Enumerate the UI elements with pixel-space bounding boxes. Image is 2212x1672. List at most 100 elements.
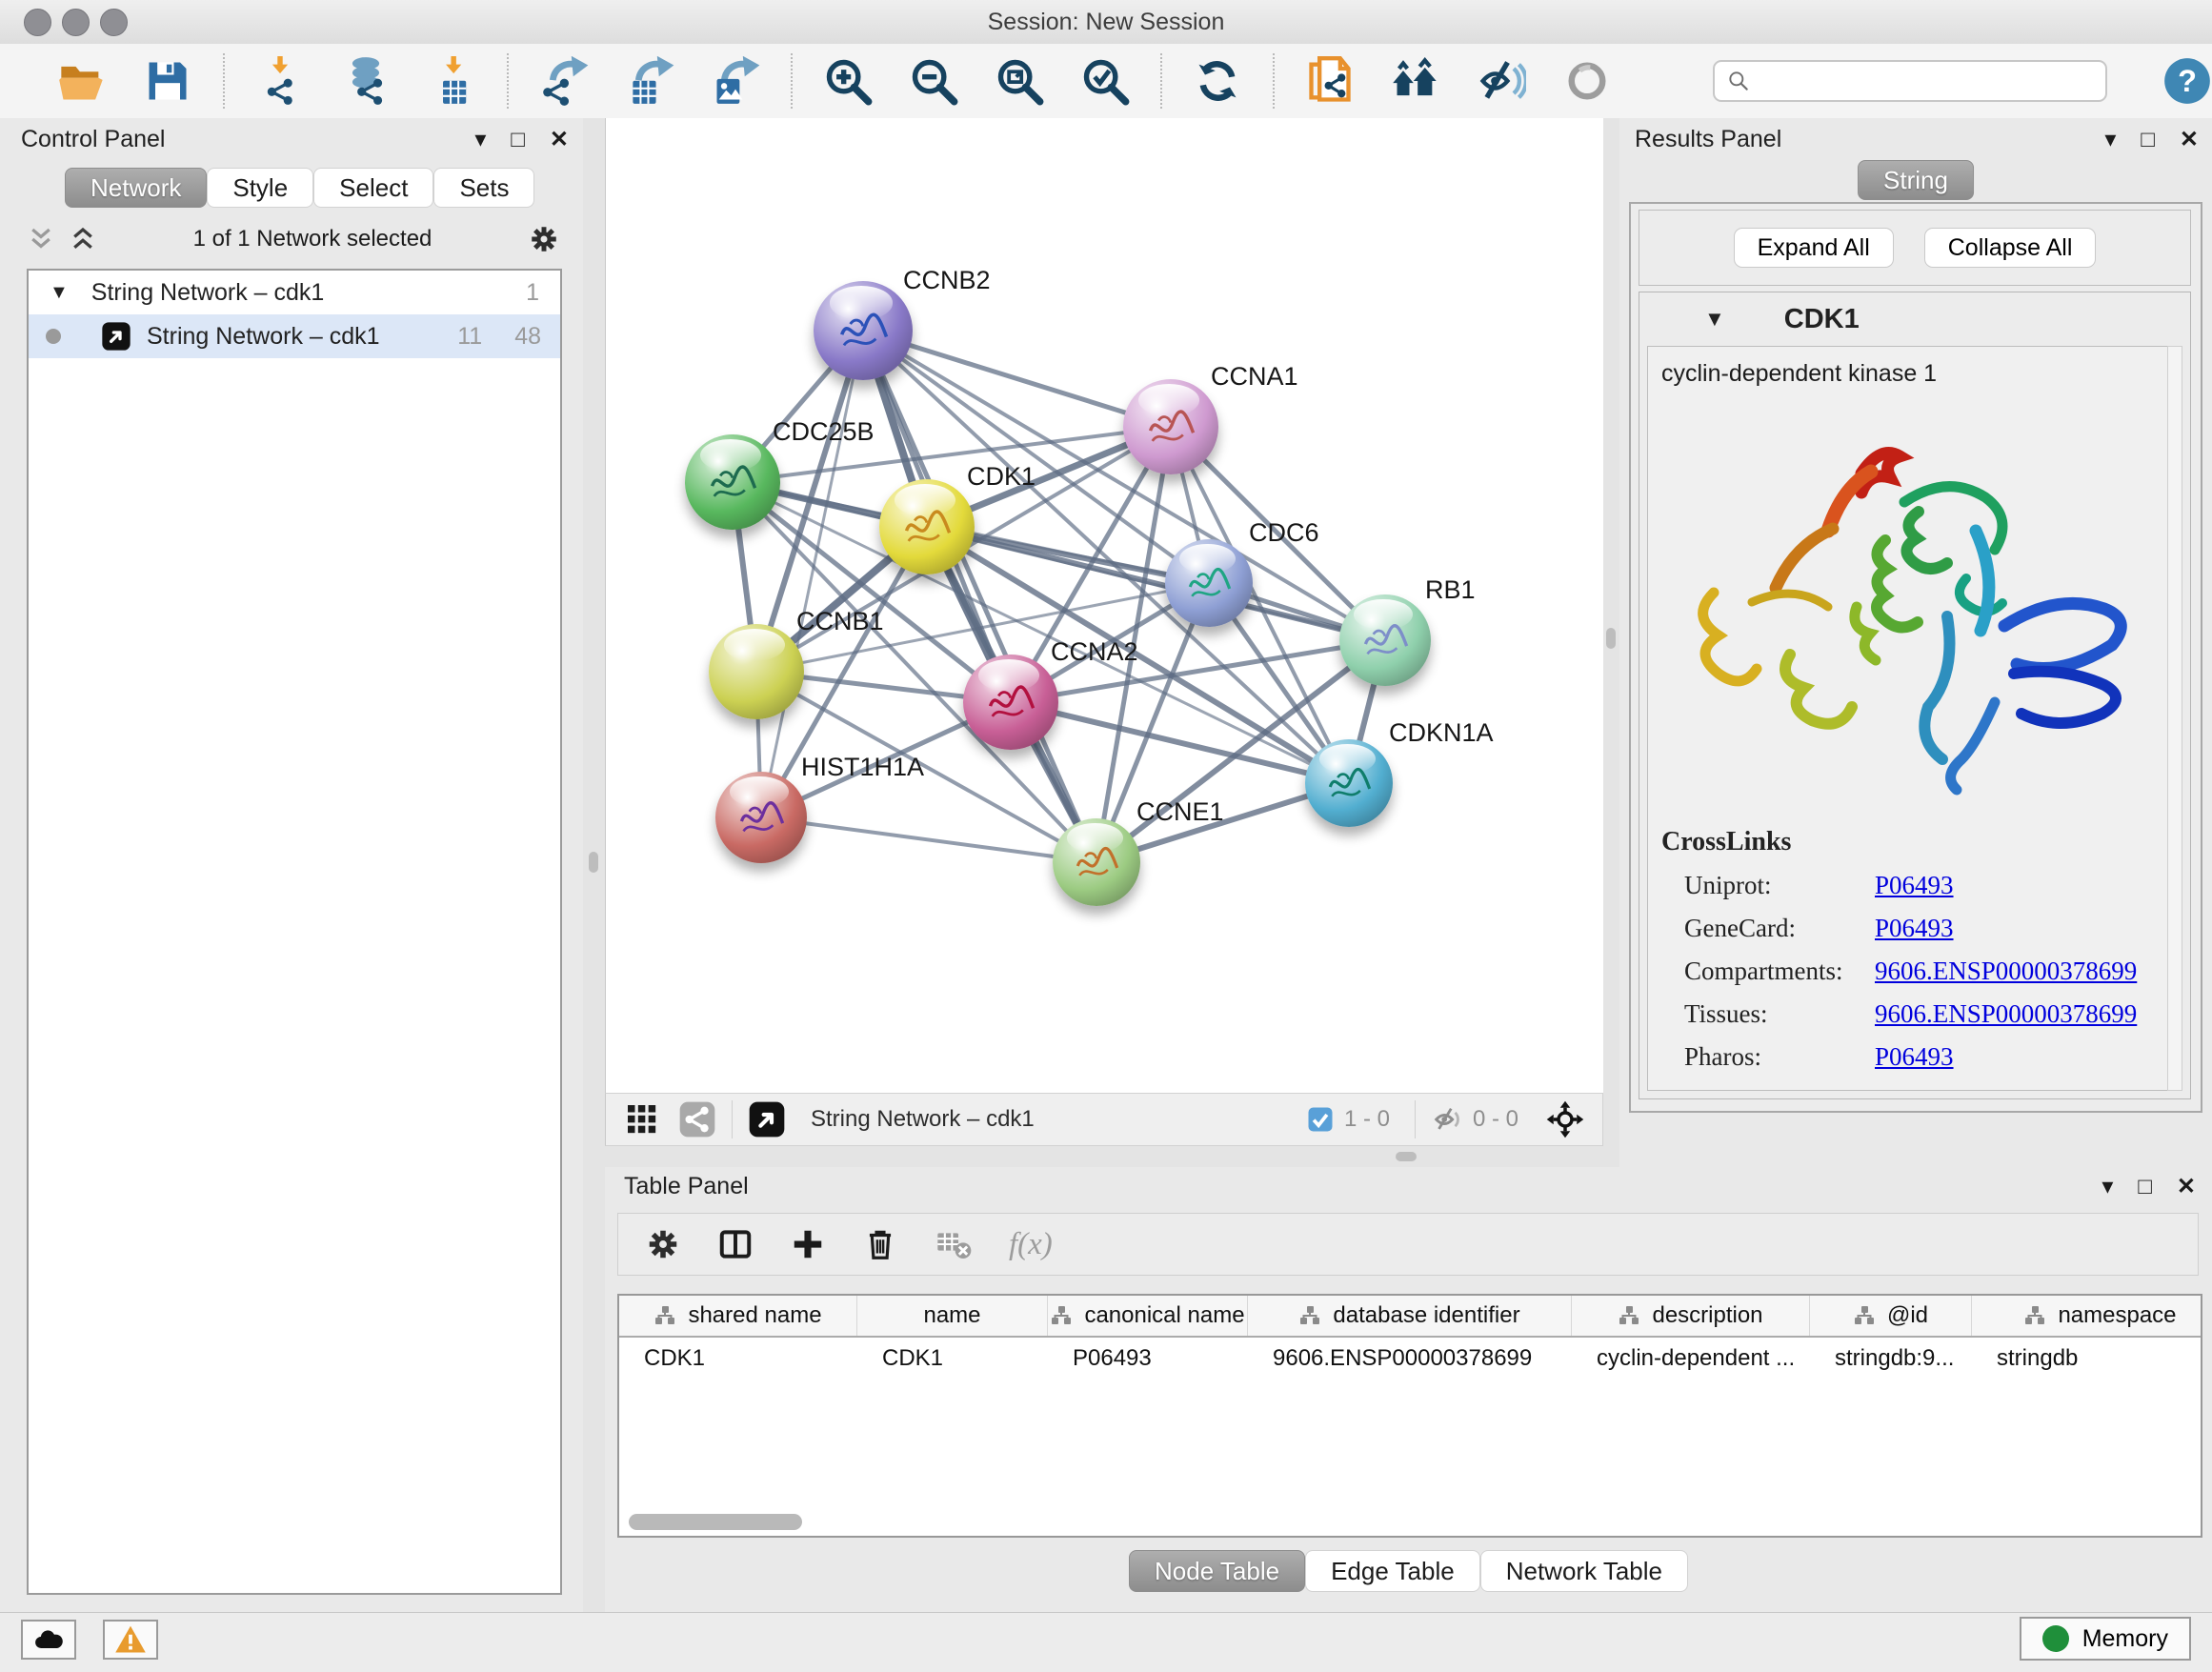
zoom-fit-button[interactable] xyxy=(993,54,1046,108)
left-panel-divider[interactable] xyxy=(583,118,605,1612)
import-table-button[interactable] xyxy=(425,54,478,108)
tab-network-table[interactable]: Network Table xyxy=(1480,1550,1688,1592)
crosslink-uniprot-link[interactable]: P06493 xyxy=(1875,871,1954,900)
window-close-button[interactable] xyxy=(24,9,51,36)
save-session-button[interactable] xyxy=(141,54,194,108)
tab-select[interactable]: Select xyxy=(313,168,433,208)
table-panel-float-icon[interactable]: □ xyxy=(2138,1176,2152,1199)
search-input[interactable] xyxy=(1751,67,2105,95)
export-table-button[interactable] xyxy=(623,54,676,108)
column-header-name[interactable]: name xyxy=(857,1296,1048,1336)
collapse-all-icon[interactable] xyxy=(27,225,55,253)
cloud-button[interactable] xyxy=(21,1620,76,1660)
expand-all-icon[interactable] xyxy=(69,225,97,253)
cell-namespace[interactable]: stringdb xyxy=(1972,1345,2202,1372)
export-image-button[interactable] xyxy=(709,54,762,108)
tab-node-table[interactable]: Node Table xyxy=(1129,1550,1305,1592)
network-node-CCNB2[interactable] xyxy=(814,281,913,380)
cell-canonical-name[interactable]: P06493 xyxy=(1048,1345,1248,1372)
network-node-CCNB1[interactable] xyxy=(709,624,804,719)
delete-column-icon[interactable] xyxy=(862,1226,898,1262)
gene-expander-icon[interactable]: ▼ xyxy=(1704,307,1725,332)
tab-edge-table[interactable]: Edge Table xyxy=(1305,1550,1480,1592)
cell-description[interactable]: cyclin-dependent ... xyxy=(1572,1345,1810,1372)
collapse-all-button[interactable]: Collapse All xyxy=(1924,228,2097,268)
control-panel-menu-icon[interactable]: ▾ xyxy=(474,129,486,151)
hide-selected-button[interactable] xyxy=(1475,54,1528,108)
table-horizontal-scrollbar[interactable] xyxy=(629,1514,802,1530)
open-session-button[interactable] xyxy=(55,54,109,108)
highlight-button[interactable] xyxy=(1560,54,1614,108)
tab-sets[interactable]: Sets xyxy=(433,168,534,208)
network-node-CCNE1[interactable] xyxy=(1053,818,1140,906)
table-row[interactable]: CDK1CDK1P064939606.ENSP00000378699cyclin… xyxy=(619,1338,2201,1380)
memory-button[interactable]: Memory xyxy=(2020,1617,2191,1661)
network-node-RB1[interactable] xyxy=(1339,594,1431,686)
network-node-CCNA1[interactable] xyxy=(1123,379,1218,474)
home-button[interactable] xyxy=(1389,54,1442,108)
results-scrollbar[interactable] xyxy=(2167,346,2182,1091)
control-panel-float-icon[interactable]: □ xyxy=(511,129,525,151)
network-canvas[interactable]: CCNB2CCNA1CDC25BCDK1CDC6RB1CCNB1CCNA2CDK… xyxy=(605,118,1605,1093)
network-options-gear-icon[interactable] xyxy=(528,223,560,255)
selected-nodes-checkbox-icon[interactable] xyxy=(1306,1105,1335,1134)
table-settings-gear-icon[interactable] xyxy=(645,1226,681,1262)
edge-HIST1H1A-CCNE1[interactable] xyxy=(761,817,1096,862)
network-node-HIST1H1A[interactable] xyxy=(715,772,807,863)
search-box[interactable] xyxy=(1713,60,2107,102)
crosslink-pharos-link[interactable]: P06493 xyxy=(1875,1042,1954,1072)
crosslink-compartments-link[interactable]: 9606.ENSP00000378699 xyxy=(1875,957,2137,986)
column-header-database-identifier[interactable]: database identifier xyxy=(1248,1296,1572,1336)
crosslink-genecard-link[interactable]: P06493 xyxy=(1875,914,1954,943)
tree-expander-icon[interactable]: ▼ xyxy=(50,282,69,304)
gene-section-header[interactable]: ▼ CDK1 xyxy=(1639,292,2190,346)
column-header-canonical-name[interactable]: canonical name xyxy=(1048,1296,1248,1336)
string-document-button[interactable] xyxy=(1303,54,1357,108)
import-network-button[interactable] xyxy=(253,54,307,108)
edge-CCNB2-CCNE1[interactable] xyxy=(863,331,1096,862)
window-zoom-button[interactable] xyxy=(100,9,128,36)
network-node-CCNA2[interactable] xyxy=(963,655,1058,750)
network-tree-root-row[interactable]: ▼ String Network – cdk1 1 xyxy=(29,271,560,314)
zoom-selected-button[interactable] xyxy=(1078,54,1132,108)
network-node-CDK1[interactable] xyxy=(879,479,975,574)
control-panel-close-icon[interactable]: ✕ xyxy=(550,129,569,151)
window-minimize-button[interactable] xyxy=(62,9,90,36)
cell-name[interactable]: CDK1 xyxy=(857,1345,1048,1372)
warnings-button[interactable] xyxy=(103,1620,158,1660)
tab-network[interactable]: Network xyxy=(65,168,207,208)
cell-database-identifier[interactable]: 9606.ENSP00000378699 xyxy=(1248,1345,1572,1372)
help-button[interactable] xyxy=(2162,54,2212,108)
cell-shared-name[interactable]: CDK1 xyxy=(619,1345,857,1372)
results-panel-float-icon[interactable]: □ xyxy=(2141,129,2155,151)
add-column-icon[interactable] xyxy=(790,1226,826,1262)
refresh-button[interactable] xyxy=(1191,54,1244,108)
expand-all-button[interactable]: Expand All xyxy=(1734,228,1894,268)
crosslink-tissues-link[interactable]: 9606.ENSP00000378699 xyxy=(1875,999,2137,1029)
network-node-CDC6[interactable] xyxy=(1165,539,1253,627)
tab-string[interactable]: String xyxy=(1858,160,1974,200)
column-header-shared-name[interactable]: shared name xyxy=(619,1296,857,1336)
tab-style[interactable]: Style xyxy=(207,168,313,208)
share-view-icon[interactable] xyxy=(678,1100,716,1138)
results-panel-menu-icon[interactable]: ▾ xyxy=(2104,129,2116,151)
table-panel-menu-icon[interactable]: ▾ xyxy=(2101,1176,2113,1199)
zoom-out-button[interactable] xyxy=(907,54,960,108)
cell--id[interactable]: stringdb:9... xyxy=(1810,1345,1972,1372)
network-node-CDC25B[interactable] xyxy=(685,434,780,530)
birdseye-navigator-icon[interactable] xyxy=(1545,1099,1585,1139)
export-network-button[interactable] xyxy=(537,54,591,108)
results-panel-close-icon[interactable]: ✕ xyxy=(2180,129,2199,151)
zoom-in-button[interactable] xyxy=(821,54,875,108)
import-network-from-database-button[interactable] xyxy=(339,54,392,108)
column-header--id[interactable]: @id xyxy=(1810,1296,1972,1336)
network-tree-child-row[interactable]: String Network – cdk1 11 48 xyxy=(29,314,560,358)
node-table[interactable]: shared namenamecanonical namedatabase id… xyxy=(617,1294,2202,1538)
grid-view-icon[interactable] xyxy=(623,1100,661,1138)
column-header-namespace[interactable]: namespace xyxy=(1972,1296,2202,1336)
column-header-description[interactable]: description xyxy=(1572,1296,1810,1336)
network-node-CDKN1A[interactable] xyxy=(1305,739,1393,827)
table-panel-close-icon[interactable]: ✕ xyxy=(2177,1176,2196,1199)
show-columns-icon[interactable] xyxy=(717,1226,754,1262)
detach-view-icon[interactable] xyxy=(748,1100,786,1138)
